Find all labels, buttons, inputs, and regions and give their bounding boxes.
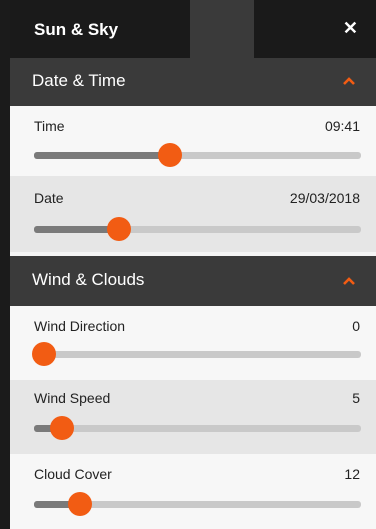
time-slider-fill [34, 152, 170, 159]
cloud-cover-label: Cloud Cover [34, 466, 112, 482]
cloud-cover-slider[interactable] [34, 492, 361, 516]
date-label: Date [34, 190, 64, 206]
date-slider-thumb[interactable] [107, 217, 132, 241]
date-slider[interactable] [34, 217, 361, 241]
panel-titlebar: Sun & Sky ✕ [10, 0, 376, 58]
time-control: Time 09:41 [10, 106, 376, 176]
cloud-cover-value: 12 [344, 466, 360, 482]
time-value: 09:41 [324, 118, 360, 134]
section-header-wind-clouds[interactable]: Wind & Clouds [10, 256, 376, 306]
close-icon[interactable]: ✕ [343, 18, 358, 39]
wind-direction-slider[interactable] [31, 342, 361, 366]
wind-speed-control: Wind Speed 5 [10, 380, 376, 454]
time-slider-thumb[interactable] [157, 143, 182, 167]
wind-direction-label: Wind Direction [34, 318, 126, 334]
wind-direction-slider-thumb[interactable] [31, 342, 56, 366]
wind-speed-label: Wind Speed [34, 390, 111, 406]
cloud-cover-slider-thumb[interactable] [67, 492, 92, 516]
time-label: Time [34, 118, 65, 134]
wind-speed-slider[interactable] [34, 416, 361, 440]
panel-title: Sun & Sky [34, 20, 119, 39]
wind-speed-slider-thumb[interactable] [49, 416, 74, 440]
date-value: 29/03/2018 [289, 190, 360, 206]
cloud-cover-control: Cloud Cover 12 [10, 454, 376, 529]
chevron-up-icon[interactable] [342, 276, 356, 286]
section-title: Date & Time [32, 71, 126, 90]
section-title: Wind & Clouds [32, 270, 145, 289]
chevron-up-icon[interactable] [342, 76, 356, 86]
titlebar-background-shade [190, 0, 254, 58]
date-control: Date 29/03/2018 [10, 176, 376, 252]
section-header-date-time[interactable]: Date & Time [10, 58, 376, 106]
wind-speed-value: 5 [352, 390, 360, 406]
wind-direction-control: Wind Direction 0 [10, 306, 376, 380]
sun-sky-panel: Sun & Sky ✕ Date & Time Time 09:41 Date … [10, 0, 376, 529]
time-slider[interactable] [34, 143, 361, 167]
wind-direction-value: 0 [352, 318, 360, 334]
